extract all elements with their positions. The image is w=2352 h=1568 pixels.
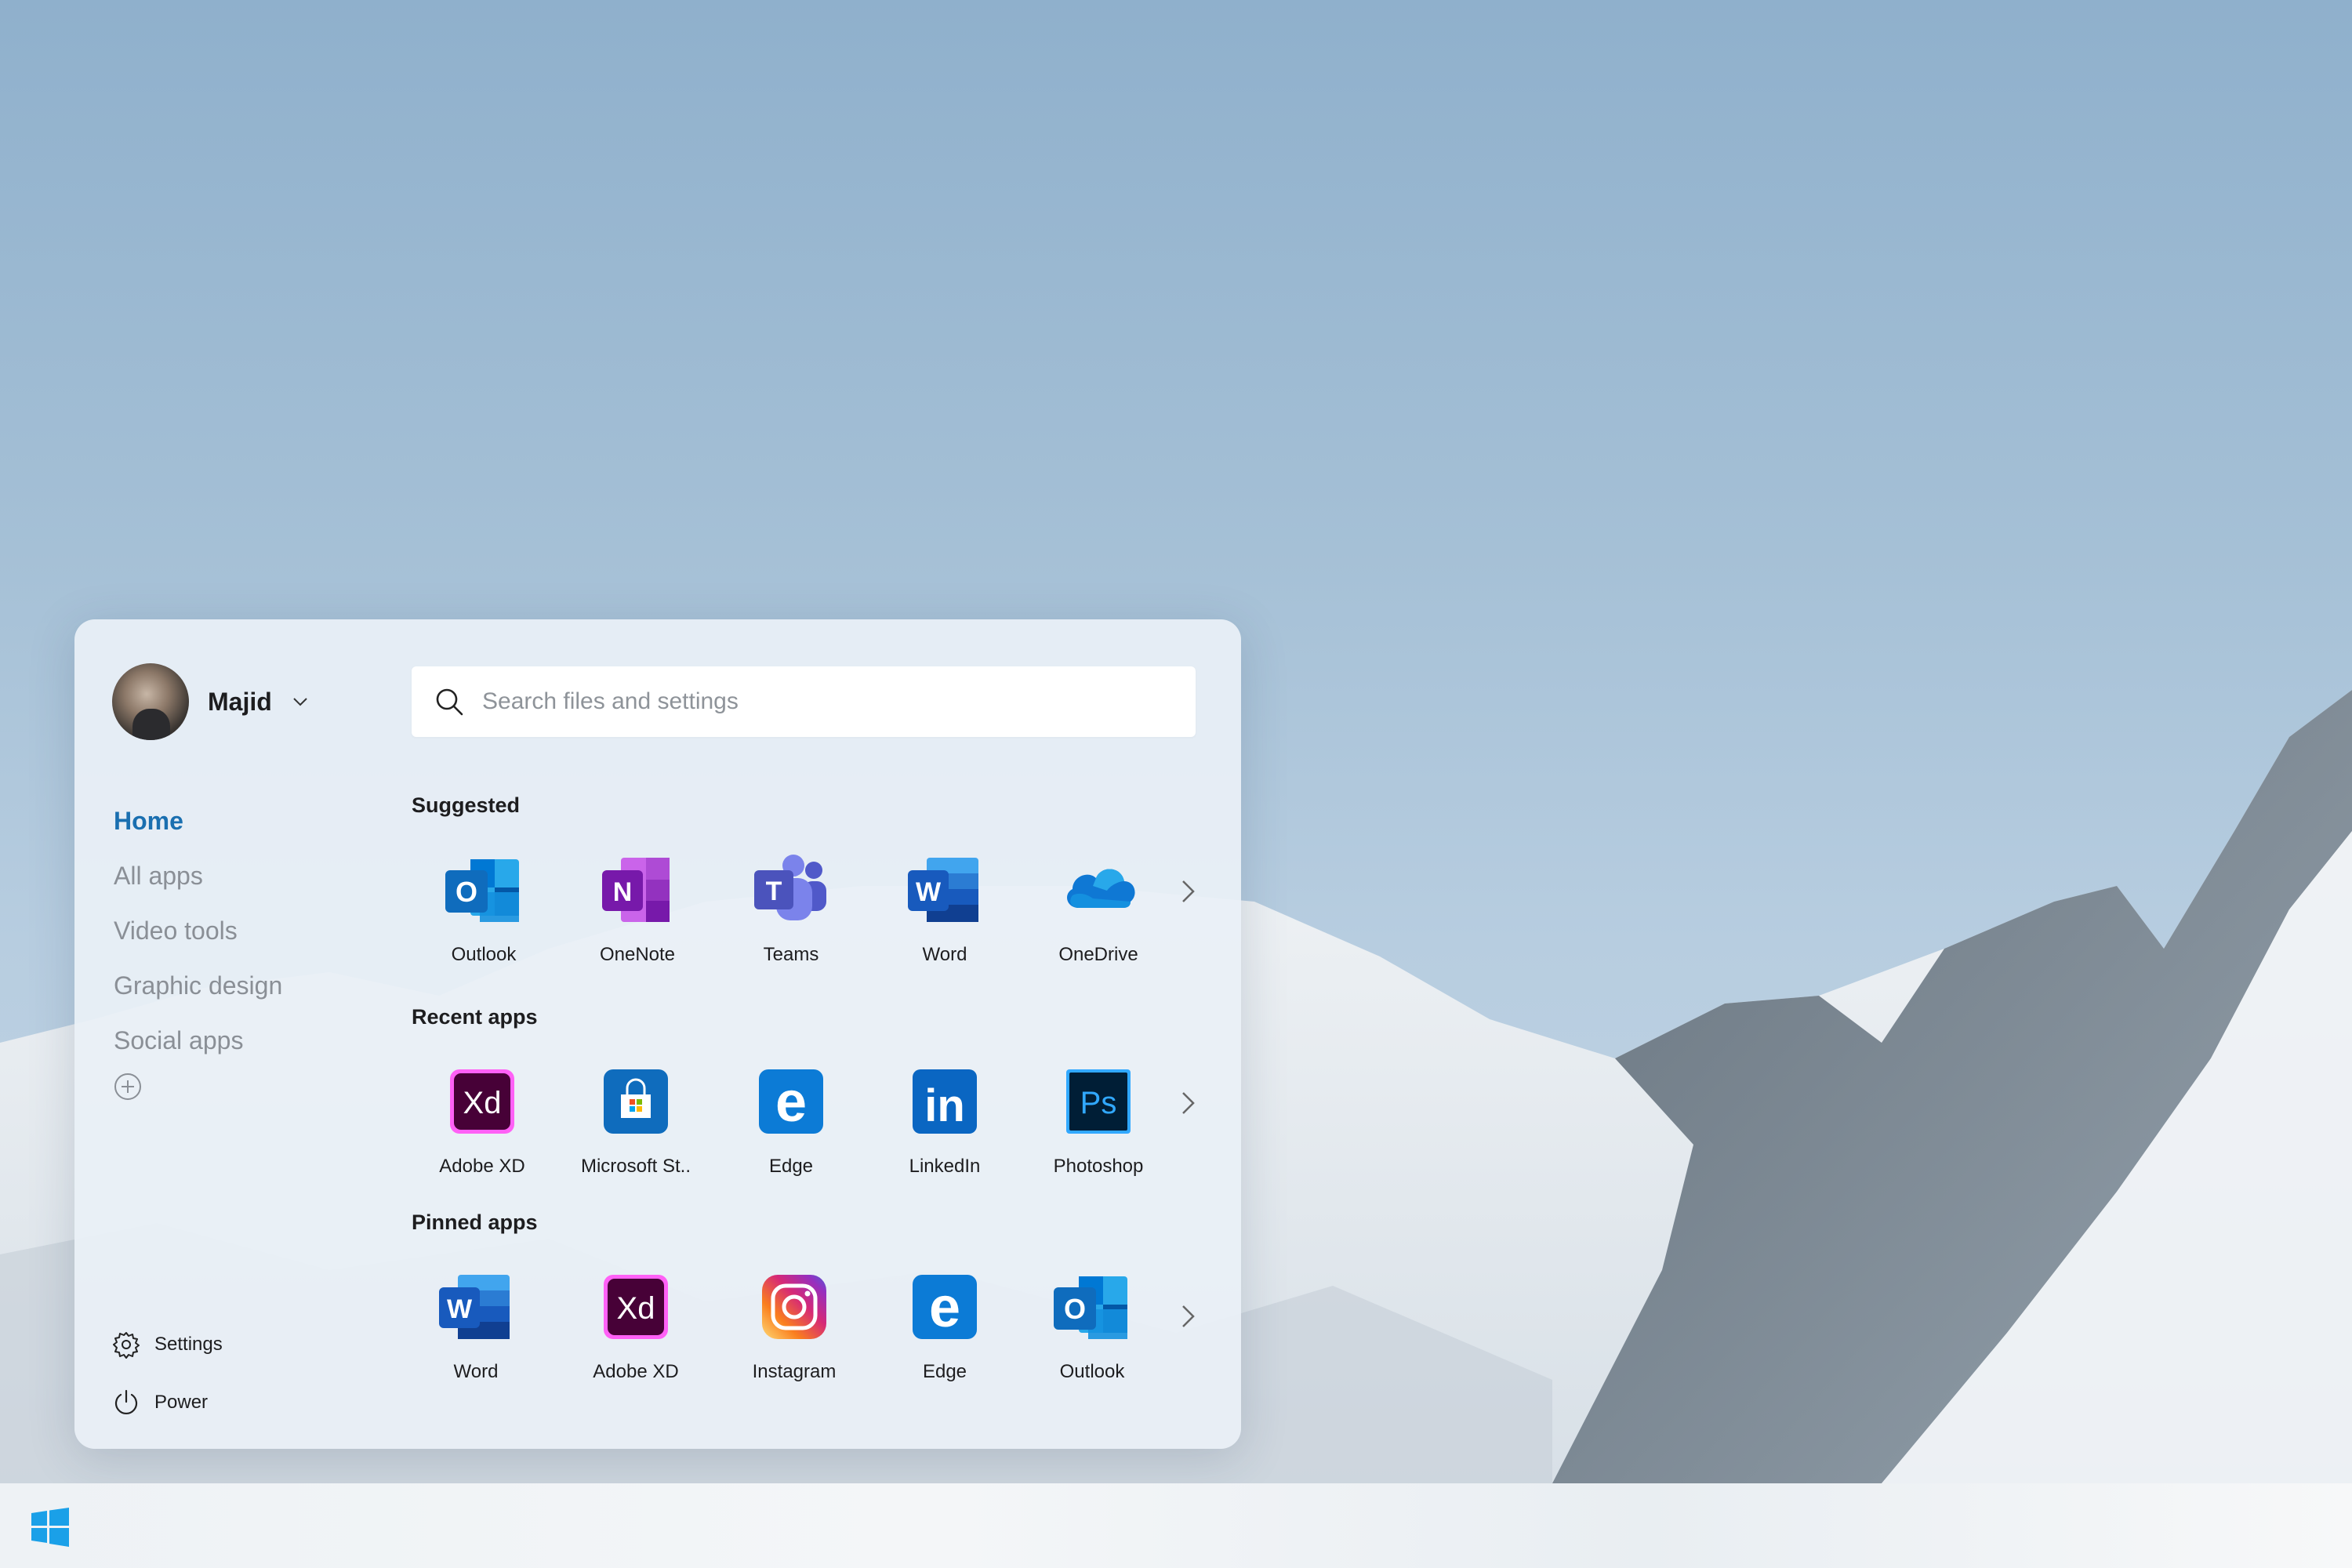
power-label: Power [154,1392,209,1413]
nav-item-home[interactable]: Home [114,793,282,848]
photoshop-icon: Ps [1066,1069,1131,1134]
chevron-right-icon[interactable] [1172,1297,1203,1336]
word-letter: W [916,877,942,907]
app-tile-word[interactable]: W Word [874,836,1015,966]
microsoft-store-icon [604,1069,668,1134]
outlook-letter: O [456,876,477,908]
settings-label: Settings [154,1334,223,1355]
app-label: Edge [922,1361,967,1382]
teams-icon: T [754,855,826,920]
app-tile-adobe-xd[interactable]: Xd Adobe XD [565,1253,706,1383]
adobe-xd-icon: Xd [604,1275,668,1339]
power-settings-area: Settings Power [112,1316,223,1432]
chevron-right-icon[interactable] [1172,872,1203,911]
app-tile-adobe-xd[interactable]: Xd Adobe XD [412,1047,553,1178]
app-label: Teams [763,944,819,965]
app-label: Word [922,944,967,965]
suggested-section: Suggested O Outlook N OneNote T Teams W … [412,793,1211,997]
taskbar [0,1483,2352,1568]
power-icon [114,1389,138,1414]
app-tile-instagram[interactable]: Instagram [724,1253,865,1383]
linkedin-letters: in [924,1080,965,1131]
category-nav: Home All apps Video tools Graphic design… [114,793,282,1105]
onedrive-icon [1067,869,1135,908]
section-title-recent: Recent apps [412,1005,538,1029]
word-letter: W [447,1294,473,1324]
app-tile-teams[interactable]: T Teams [720,836,862,966]
pinned-apps-section: Pinned apps W Word Xd Adobe XD Instagram… [412,1210,1211,1414]
app-label: Outlook [1059,1361,1125,1382]
chevron-right-icon[interactable] [1172,1083,1203,1123]
app-label: Adobe XD [439,1156,525,1177]
teams-letter: T [766,877,782,906]
app-tile-edge[interactable]: e Edge [874,1253,1015,1383]
instagram-icon [762,1275,826,1339]
edge-letter: e [929,1276,960,1339]
gear-icon [113,1332,140,1359]
user-account-button[interactable]: Majid [112,663,310,740]
recent-apps-section: Recent apps Xd Adobe XD Microsoft St.. e… [412,1005,1211,1209]
edge-icon: e [759,1069,823,1134]
linkedin-icon: in [913,1069,977,1134]
nav-item-all-apps[interactable]: All apps [114,848,282,903]
app-tile-outlook[interactable]: O Outlook [1022,1253,1163,1383]
app-tile-photoshop[interactable]: Ps Photoshop [1028,1047,1169,1178]
app-tile-word[interactable]: W Word [405,1253,546,1383]
start-menu: Majid Home All apps Video tools Graphic … [74,619,1241,1449]
nav-item-video-tools[interactable]: Video tools [114,903,282,958]
app-tile-microsoft-store[interactable]: Microsoft St.. [565,1047,706,1178]
app-label: Photoshop [1053,1156,1144,1177]
edge-icon: e [913,1275,977,1339]
app-label: Edge [768,1156,814,1177]
app-label: Word [453,1361,499,1382]
app-tile-onenote[interactable]: N OneNote [567,836,708,966]
word-icon: W [439,1275,510,1339]
chevron-down-icon [293,698,307,706]
outlook-letter: O [1064,1293,1086,1325]
settings-button[interactable]: Settings [112,1316,223,1374]
app-label: Adobe XD [593,1361,679,1382]
pinned-app-row: W Word Xd Adobe XD Instagram e Edge O Ou… [412,1242,1211,1414]
app-tile-linkedin[interactable]: in LinkedIn [874,1047,1015,1178]
user-name: Majid [208,687,272,716]
app-label: Outlook [451,944,517,965]
edge-letter: e [775,1071,807,1134]
ps-letters: Ps [1080,1086,1117,1120]
search-box[interactable] [412,666,1196,737]
windows-start-icon[interactable] [30,1507,71,1548]
word-icon: W [908,858,978,922]
app-label: Microsoft St.. [580,1156,691,1177]
app-label: Instagram [752,1361,837,1382]
outlook-icon: O [1054,1276,1127,1339]
suggested-app-row: O Outlook N OneNote T Teams W Word OneDr… [412,825,1211,997]
outlook-icon: O [445,859,519,922]
app-label: OneDrive [1058,944,1138,965]
app-tile-edge[interactable]: e Edge [720,1047,862,1178]
onenote-letter: N [613,877,633,907]
app-label: LinkedIn [909,1156,981,1177]
app-label: OneNote [599,944,676,965]
adobe-xd-icon: Xd [450,1069,514,1134]
onenote-icon: N [602,858,670,922]
app-tile-onedrive[interactable]: OneDrive [1028,836,1169,966]
search-input[interactable] [482,678,1172,725]
nav-item-social-apps[interactable]: Social apps [114,1013,282,1068]
avatar [112,663,189,740]
add-category-icon[interactable] [114,1073,142,1101]
search-icon [436,688,463,716]
power-button[interactable]: Power [112,1374,223,1432]
xd-letters: Xd [617,1291,655,1326]
recent-app-row: Xd Adobe XD Microsoft St.. e Edge in Lin… [412,1036,1211,1209]
xd-letters: Xd [463,1086,502,1120]
app-tile-outlook[interactable]: O Outlook [413,836,554,966]
section-title-pinned: Pinned apps [412,1210,538,1234]
section-title-suggested: Suggested [412,793,521,817]
nav-item-graphic-design[interactable]: Graphic design [114,958,282,1013]
